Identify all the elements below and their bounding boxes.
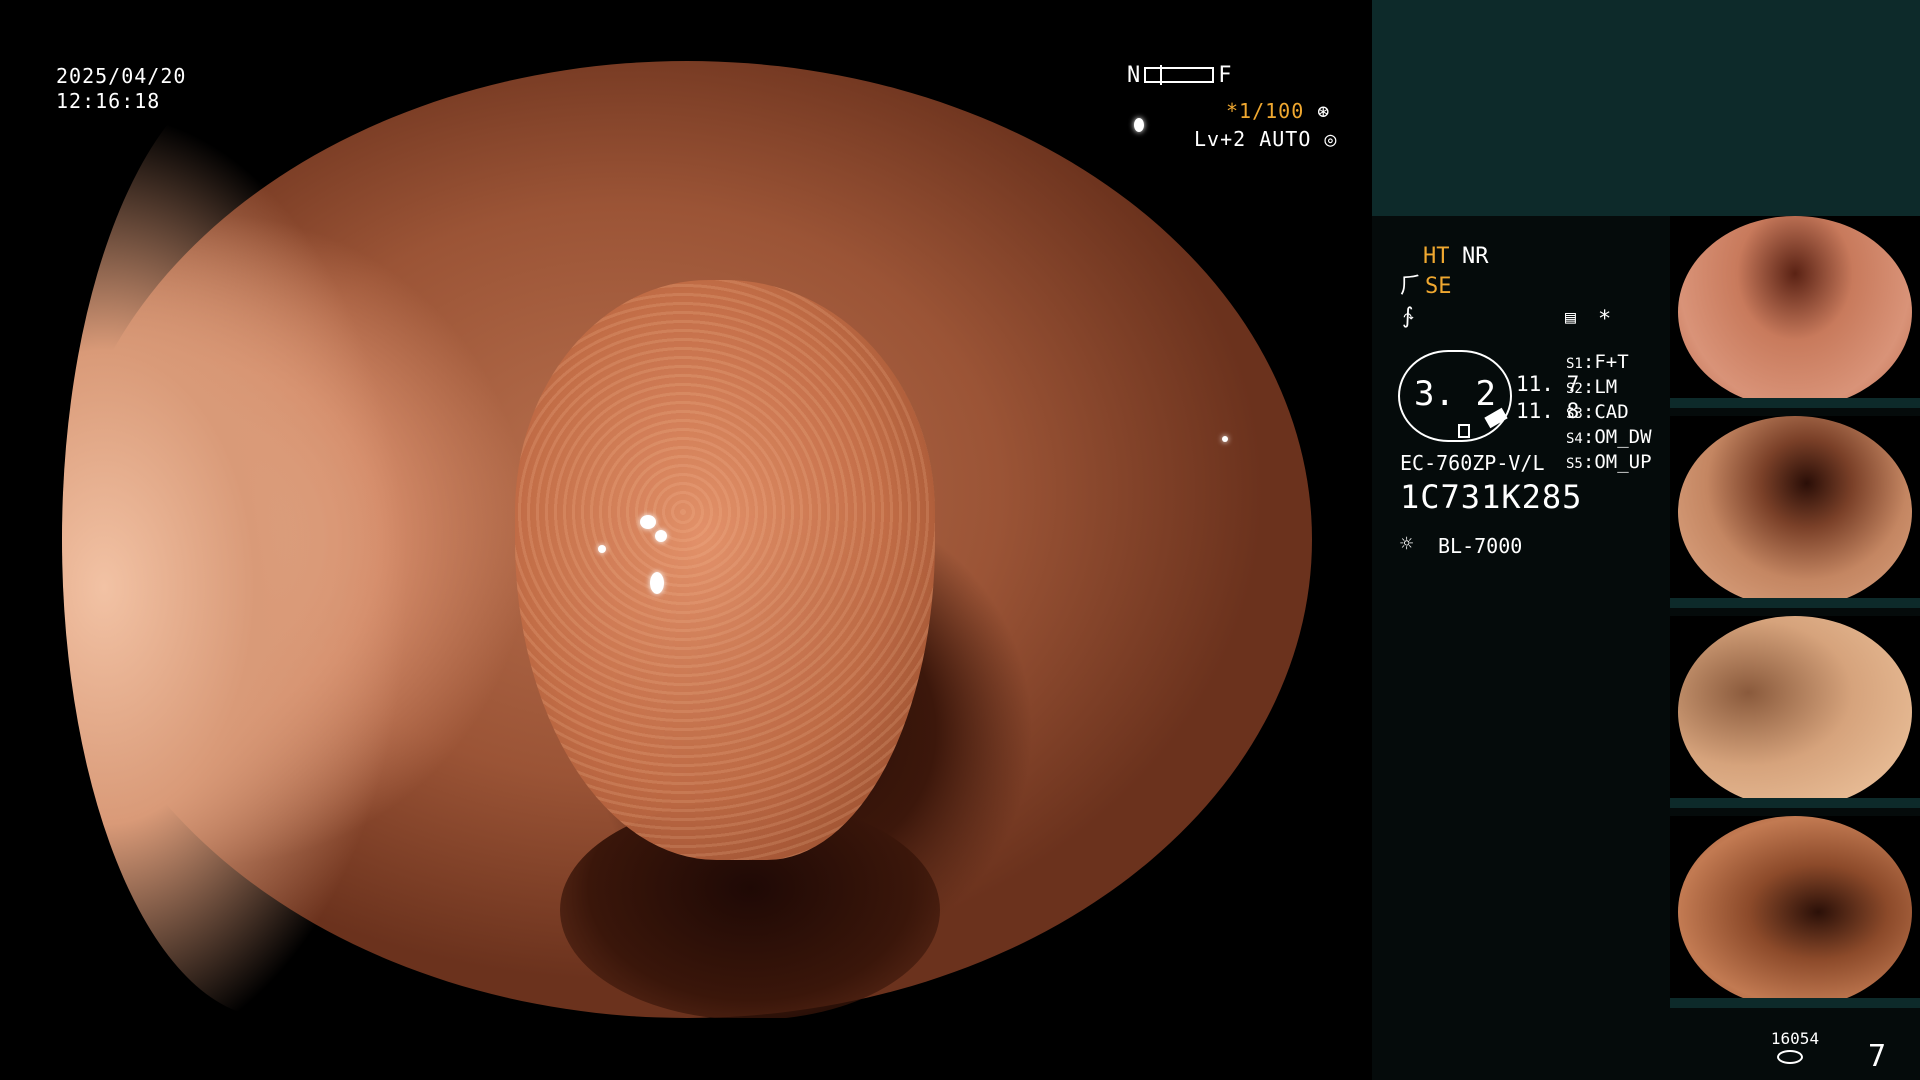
scope-serial: 1C731K285 [1400,478,1583,516]
focus-bar [1144,65,1215,85]
specular-glare [640,515,656,529]
se-mode: SE [1425,274,1452,299]
captured-thumbnail[interactable] [1670,216,1920,408]
shutter-speed: *1/100 ⊛ [1226,99,1331,123]
capture-star: * [1598,307,1612,332]
near-label: N [1127,62,1141,88]
preset-item: S5:OM_UP [1566,451,1652,473]
light-source-icon: ☼ [1400,532,1414,557]
captured-thumbnail[interactable] [1670,416,1920,608]
exam-time: 12:16:18 [56,89,161,113]
image-count: 7 [1868,1039,1887,1074]
structure-enhance-icon: ⺁ [1400,274,1423,299]
zoom-box [1458,424,1470,438]
specular-glare [650,572,664,594]
polyp-lesion [515,280,935,860]
scope-model: EC-760ZP-V/L [1400,451,1545,475]
preset-item: S3:CAD [1566,401,1629,423]
menu-icon: ▤ [1565,307,1576,328]
storage-icon [1777,1050,1803,1064]
brightness-level: Lv+2 AUTO ◎ [1194,127,1338,151]
aperture-icon: ⊛ [1317,99,1331,123]
iris-icon: ◎ [1324,127,1338,151]
preset-item: S4:OM_DW [1566,426,1652,448]
near-far-indicator: N F [1127,62,1237,88]
captured-thumbnail[interactable] [1670,816,1920,1008]
color-mode-icon: ∱ [1402,304,1414,329]
preset-item: S1:F+T [1566,351,1629,373]
exam-date: 2025/04/20 [56,64,187,88]
frame-mask [0,0,1372,61]
captured-thumbnail[interactable] [1670,616,1920,808]
far-label: F [1218,62,1232,88]
ht-mode: HT [1423,244,1450,269]
specular-glare [655,530,667,542]
light-source: BL-7000 [1438,534,1523,558]
nr-mode: NR [1462,244,1489,269]
mucosa-fold [62,61,482,1018]
frame-mask [0,1018,1372,1080]
specular-glare [1222,436,1228,442]
specular-glare [598,545,606,553]
specular-glare [1134,118,1144,132]
storage-count: 16054 [1770,1029,1820,1048]
preset-item: S2:LM [1566,376,1618,398]
zoom-value: 3. 2 [1414,374,1496,414]
info-panel-header [1372,0,1920,216]
